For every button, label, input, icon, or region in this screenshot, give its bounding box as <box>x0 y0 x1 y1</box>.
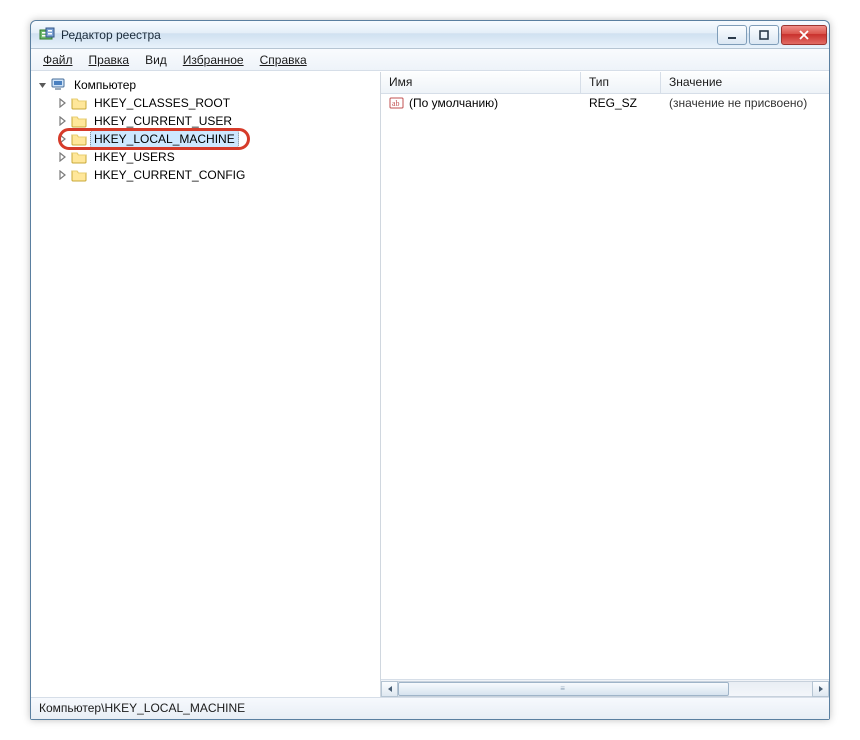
tree-pane[interactable]: Компьютер HKEY_CLASSES_ROOT HKEY_CURRENT_… <box>31 72 381 697</box>
cell-type: REG_SZ <box>581 95 661 111</box>
col-type[interactable]: Тип <box>581 72 661 93</box>
cell-value: (значение не присвоено) <box>661 95 829 111</box>
tree-node-label: HKEY_USERS <box>91 149 178 165</box>
expand-icon[interactable] <box>57 151 69 163</box>
folder-icon <box>71 131 87 147</box>
list-body[interactable]: ab(По умолчанию)REG_SZ(значение не присв… <box>381 94 829 679</box>
expand-icon[interactable] <box>57 97 69 109</box>
tree-node[interactable]: HKEY_CURRENT_USER <box>55 112 378 130</box>
hscrollbar[interactable]: ≡ <box>381 679 829 697</box>
collapse-icon[interactable] <box>37 79 49 91</box>
computer-icon <box>51 77 67 93</box>
menu-view[interactable]: Вид <box>137 51 175 69</box>
tree-node-label: HKEY_LOCAL_MACHINE <box>91 131 238 147</box>
tree-node[interactable]: HKEY_USERS <box>55 148 378 166</box>
window-controls <box>715 25 827 45</box>
tree-node-label: HKEY_CURRENT_CONFIG <box>91 167 248 183</box>
statusbar: Компьютер\HKEY_LOCAL_MACHINE <box>31 697 829 719</box>
scroll-thumb[interactable]: ≡ <box>398 682 729 696</box>
expand-icon[interactable] <box>57 169 69 181</box>
scroll-left-button[interactable] <box>381 681 398 697</box>
folder-icon <box>71 95 87 111</box>
maximize-button[interactable] <box>749 25 779 45</box>
folder-icon <box>71 167 87 183</box>
minimize-button[interactable] <box>717 25 747 45</box>
tree-node-label: HKEY_CURRENT_USER <box>91 113 235 129</box>
window-title: Редактор реестра <box>61 28 715 42</box>
close-button[interactable] <box>781 25 827 45</box>
svg-text:ab: ab <box>392 99 400 108</box>
tree-root-label: Компьютер <box>71 77 139 93</box>
menu-edit[interactable]: Правка <box>81 51 138 69</box>
tree-root[interactable]: Компьютер <box>35 76 378 94</box>
col-name[interactable]: Имя <box>381 72 581 93</box>
list-row[interactable]: ab(По умолчанию)REG_SZ(значение не присв… <box>381 94 829 112</box>
expand-icon[interactable] <box>57 133 69 145</box>
main-split: Компьютер HKEY_CLASSES_ROOT HKEY_CURRENT_… <box>31 71 829 697</box>
status-path: Компьютер\HKEY_LOCAL_MACHINE <box>39 701 245 715</box>
list-header: Имя Тип Значение <box>381 72 829 94</box>
menu-help[interactable]: Справка <box>252 51 315 69</box>
col-value[interactable]: Значение <box>661 72 829 93</box>
menubar: Файл Правка Вид Избранное Справка <box>31 49 829 71</box>
scroll-right-button[interactable] <box>812 681 829 697</box>
titlebar[interactable]: Редактор реестра <box>31 21 829 49</box>
list-pane: Имя Тип Значение ab(По умолчанию)REG_SZ(… <box>381 72 829 697</box>
tree-node-label: HKEY_CLASSES_ROOT <box>91 95 233 111</box>
menu-file[interactable]: Файл <box>35 51 81 69</box>
expand-icon[interactable] <box>57 115 69 127</box>
tree-node[interactable]: HKEY_CLASSES_ROOT <box>55 94 378 112</box>
tree-node[interactable]: HKEY_LOCAL_MACHINE <box>55 130 378 148</box>
menu-favorites[interactable]: Избранное <box>175 51 252 69</box>
folder-icon <box>71 149 87 165</box>
string-value-icon: ab <box>389 95 405 111</box>
folder-icon <box>71 113 87 129</box>
scroll-track[interactable]: ≡ <box>398 681 812 697</box>
window: Редактор реестра Файл Правка Вид Избранн… <box>30 20 830 720</box>
cell-name: ab(По умолчанию) <box>381 94 581 112</box>
tree-node[interactable]: HKEY_CURRENT_CONFIG <box>55 166 378 184</box>
regedit-icon <box>39 27 55 43</box>
